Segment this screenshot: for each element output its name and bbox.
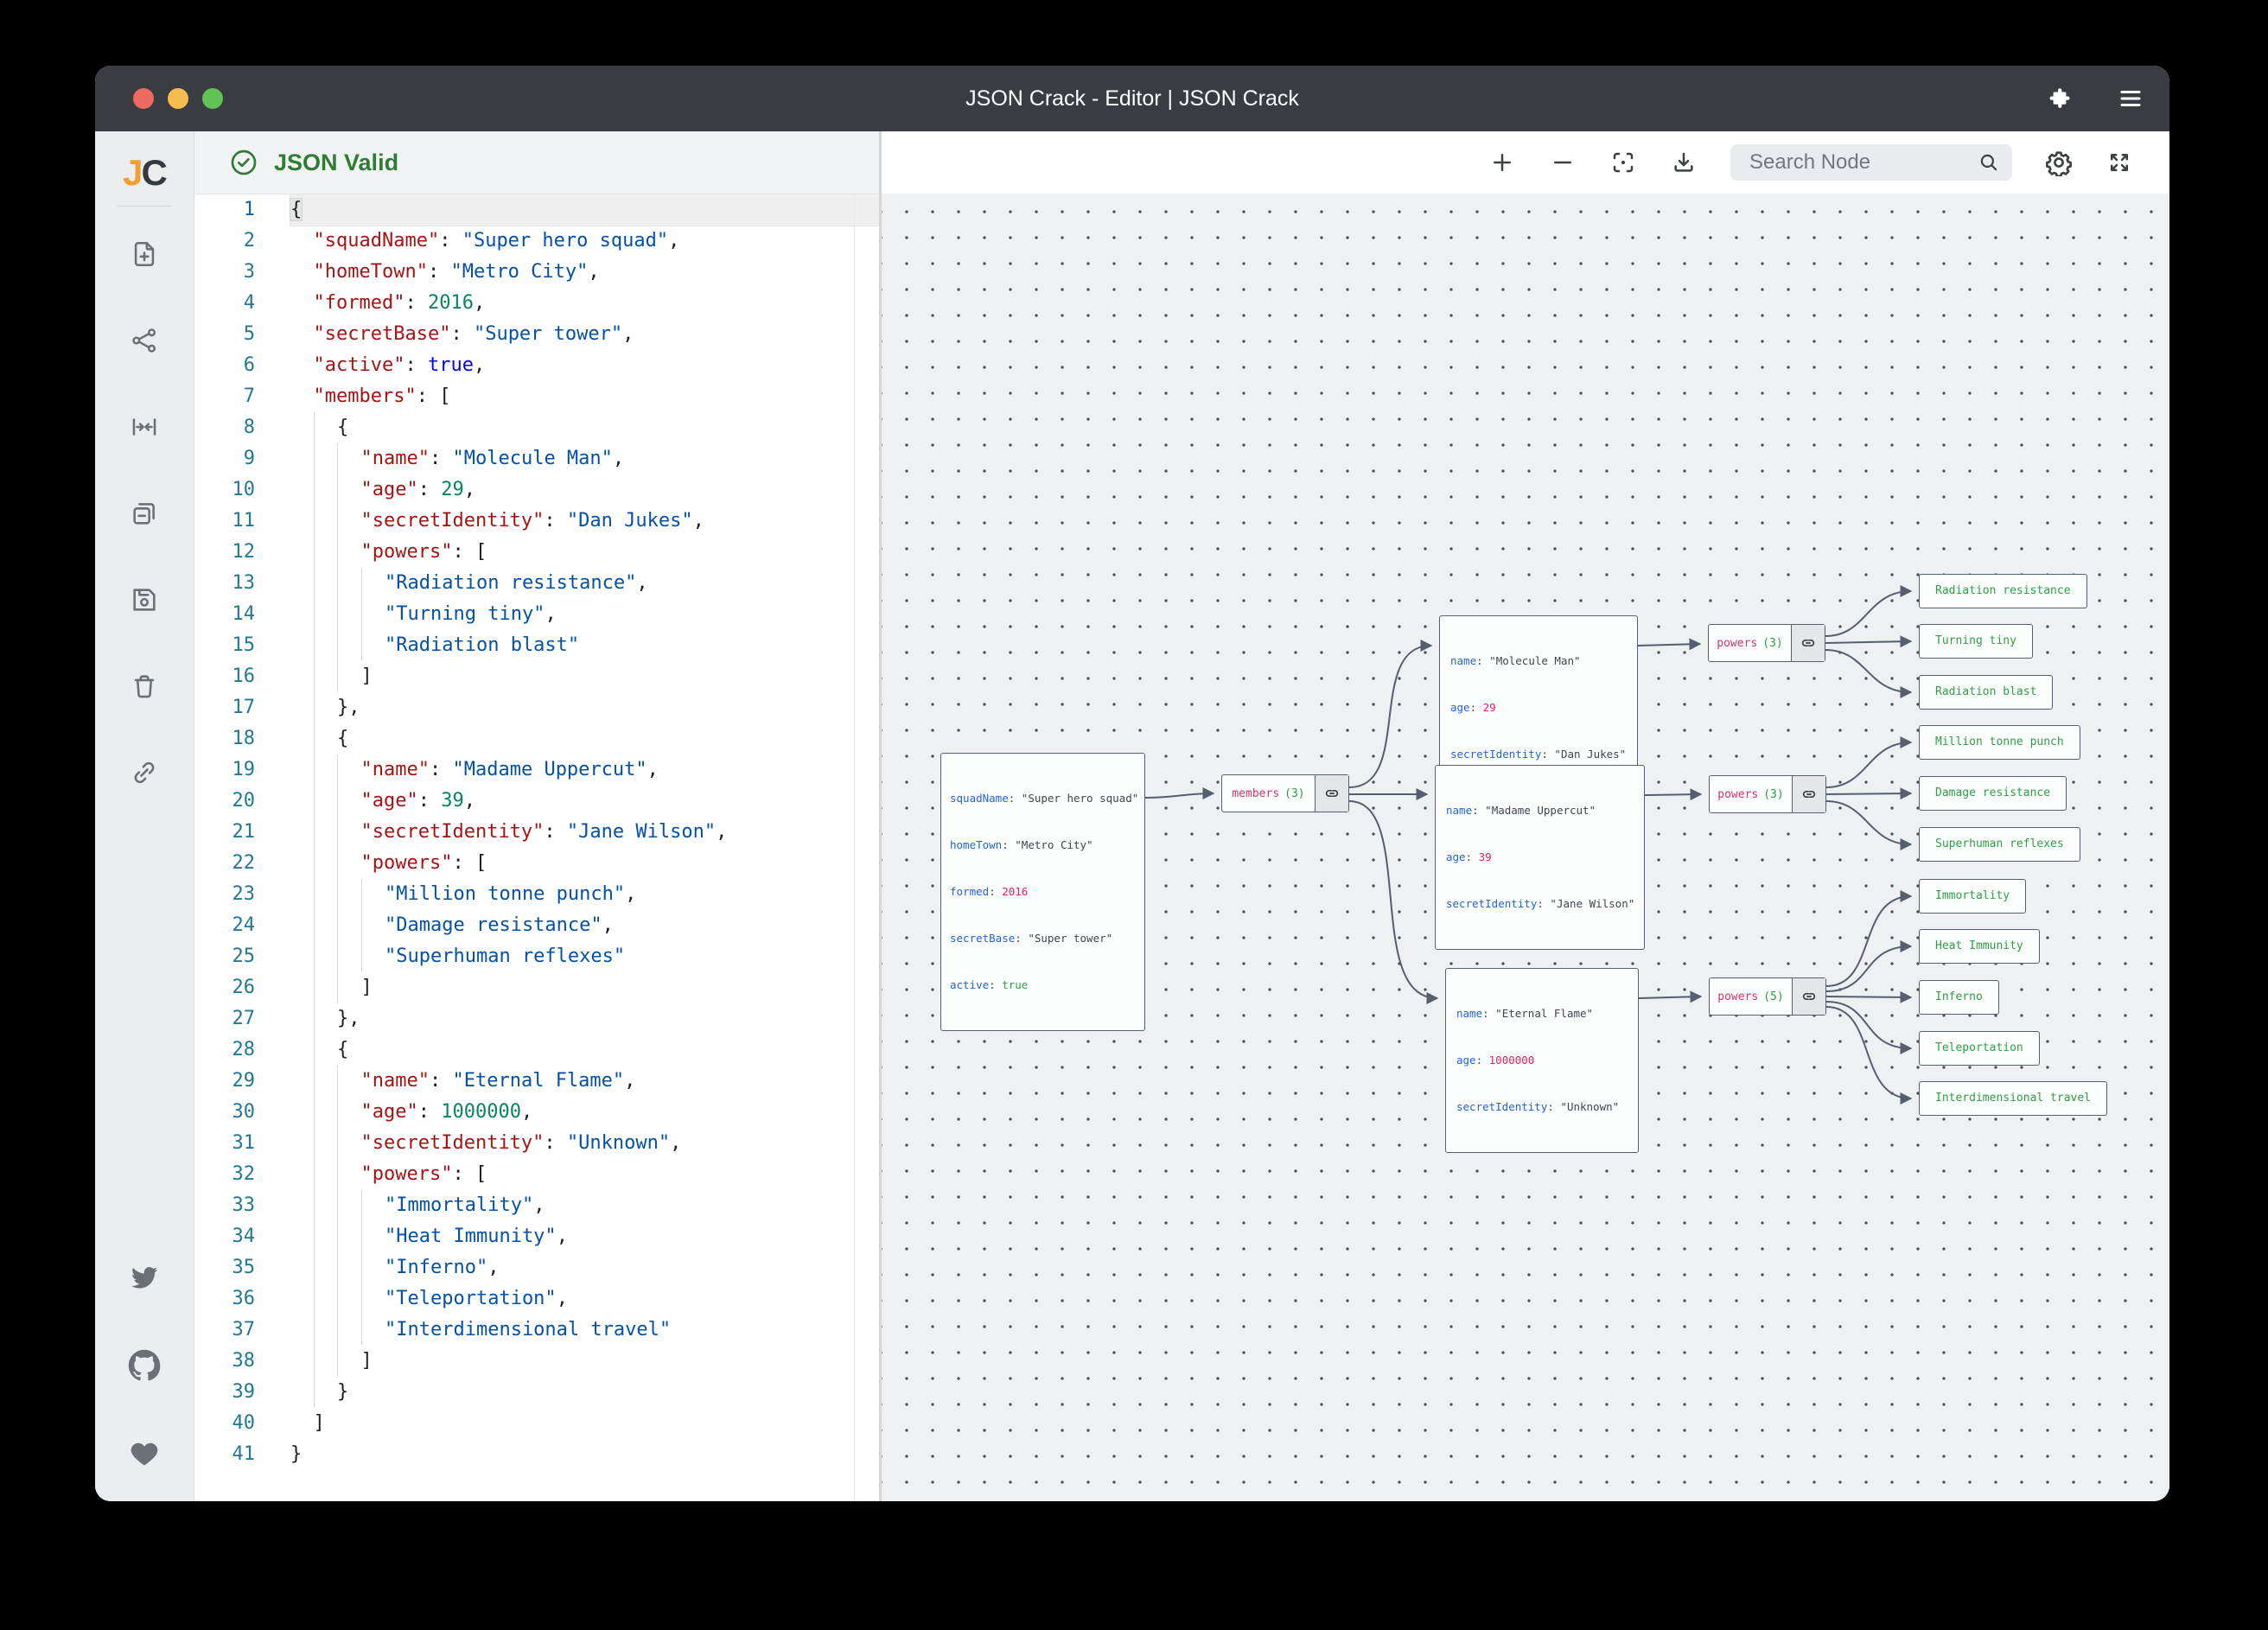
app-window: JSON Crack - Editor | JSON Crack JC: [95, 66, 2169, 1501]
collapse-link-icon[interactable]: [1792, 776, 1825, 812]
graph-node-members[interactable]: members(3): [1221, 774, 1349, 812]
settings-gear-icon[interactable]: [2045, 149, 2073, 176]
sidebar: JC: [95, 131, 194, 1501]
zoom-in-icon[interactable]: [1488, 149, 1516, 176]
json-valid-label: JSON Valid: [274, 150, 398, 176]
zoom-out-icon[interactable]: [1549, 149, 1577, 176]
graph-node-powers-3[interactable]: powers(5): [1709, 977, 1826, 1016]
graph-node-power[interactable]: Radiation resistance: [1919, 574, 2087, 608]
graph-node-power[interactable]: Radiation blast: [1919, 675, 2053, 710]
editor-pane: JSON Valid 1{2"squadName": "Super hero s…: [194, 131, 879, 1501]
new-file-icon[interactable]: [128, 238, 161, 271]
graph-view-icon[interactable]: [128, 324, 161, 357]
center-view-icon[interactable]: [1609, 149, 1637, 176]
menu-icon[interactable]: [2118, 86, 2144, 111]
close-window-button[interactable]: [133, 88, 154, 109]
graph-node-powers-1[interactable]: powers(3): [1708, 624, 1825, 662]
minimize-window-button[interactable]: [168, 88, 188, 109]
valid-check-icon: [229, 148, 258, 177]
twitter-icon[interactable]: [128, 1261, 161, 1294]
copy-icon[interactable]: [128, 497, 161, 530]
graph-node-power[interactable]: Million tonne punch: [1919, 725, 2080, 760]
graph-pane: squadName: "Super hero squad" homeTown: …: [882, 131, 2169, 1501]
collapse-link-icon[interactable]: [1791, 625, 1825, 661]
search-node-input[interactable]: [1748, 150, 1978, 175]
sidebar-divider: [117, 206, 172, 207]
graph-node-member-madame-uppercut[interactable]: name: "Madame Uppercut" age: 39 secretId…: [1435, 765, 1645, 950]
graph-node-power[interactable]: Teleportation: [1919, 1031, 2040, 1066]
graph-node-power[interactable]: Interdimensional travel: [1919, 1081, 2107, 1116]
titlebar: JSON Crack - Editor | JSON Crack: [95, 66, 2169, 131]
code-lines: 1{2"squadName": "Super hero squad",3"hom…: [194, 194, 879, 1470]
graph-node-power[interactable]: Immortality: [1919, 879, 2026, 914]
window-title: JSON Crack - Editor | JSON Crack: [95, 86, 2169, 111]
json-code-editor[interactable]: 1{2"squadName": "Super hero squad",3"hom…: [194, 194, 879, 1501]
jsoncrack-logo[interactable]: JC: [123, 152, 166, 194]
collapse-link-icon[interactable]: [1315, 775, 1348, 812]
graph-node-root[interactable]: squadName: "Super hero squad" homeTown: …: [940, 753, 1145, 1031]
editor-status-bar: JSON Valid: [194, 131, 879, 194]
maximize-window-button[interactable]: [202, 88, 223, 109]
traffic-lights: [133, 88, 223, 109]
graph-node-power[interactable]: Damage resistance: [1919, 776, 2067, 811]
fit-width-icon[interactable]: [128, 411, 161, 443]
save-icon[interactable]: [128, 583, 161, 616]
github-icon[interactable]: [128, 1349, 161, 1382]
graph-node-power[interactable]: Heat Immunity: [1919, 929, 2040, 964]
share-link-icon[interactable]: [128, 756, 161, 789]
sponsor-heart-icon[interactable]: [128, 1437, 161, 1470]
delete-icon[interactable]: [128, 670, 161, 703]
graph-node-power[interactable]: Inferno: [1919, 980, 1999, 1015]
graph-canvas[interactable]: squadName: "Super hero squad" homeTown: …: [882, 194, 2169, 1501]
collapse-link-icon[interactable]: [1792, 978, 1825, 1015]
download-image-icon[interactable]: [1670, 149, 1698, 176]
extensions-icon[interactable]: [2047, 86, 2073, 111]
graph-node-power[interactable]: Superhuman reflexes: [1919, 827, 2080, 862]
graph-node-member-eternal-flame[interactable]: name: "Eternal Flame" age: 1000000 secre…: [1445, 968, 1639, 1153]
graph-toolbar: [882, 131, 2169, 194]
search-node-box: [1730, 144, 2012, 181]
fullscreen-icon[interactable]: [2106, 149, 2133, 176]
graph-node-power[interactable]: Turning tiny: [1919, 624, 2033, 659]
graph-node-powers-2[interactable]: powers(3): [1709, 775, 1826, 813]
search-icon[interactable]: [1978, 151, 2000, 174]
